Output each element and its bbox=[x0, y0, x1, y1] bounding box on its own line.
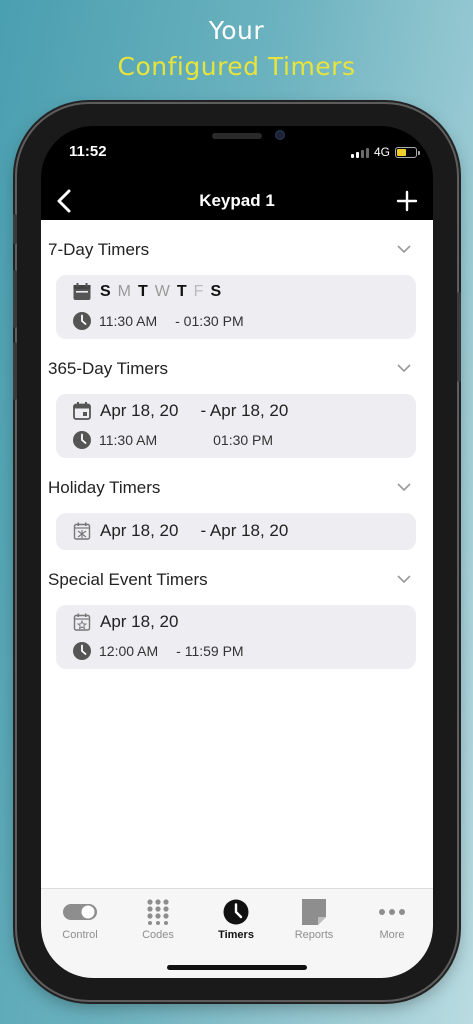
marketing-subheadline: Configured Timers bbox=[117, 52, 356, 81]
toggle-switch-icon bbox=[63, 904, 97, 920]
home-indicator[interactable] bbox=[167, 965, 307, 970]
speaker-grille bbox=[212, 133, 262, 139]
phone-screen: 11:52 4G Keypad 1 7-Day Timers S M T W T… bbox=[41, 126, 433, 978]
clock-icon bbox=[73, 642, 91, 660]
clock-icon bbox=[73, 431, 91, 449]
day-wednesday[interactable]: W bbox=[155, 283, 170, 301]
day-tuesday[interactable]: T bbox=[138, 283, 148, 301]
page-title: Keypad 1 bbox=[199, 191, 275, 210]
phone-frame: 11:52 4G Keypad 1 7-Day Timers S M T W T… bbox=[13, 104, 461, 1000]
end-date: - Apr 18, 20 bbox=[200, 521, 289, 540]
tab-bar: Control Codes Timers Reports More bbox=[41, 888, 433, 978]
tab-label: Codes bbox=[142, 929, 174, 941]
tab-codes[interactable]: Codes bbox=[119, 899, 197, 941]
marketing-headline: Your bbox=[208, 16, 265, 45]
timers-list: 7-Day Timers S M T W T F S 11:30 AM - 01… bbox=[41, 220, 433, 960]
start-time: 11:30 AM bbox=[99, 432, 158, 448]
date-row: Apr 18, 20 - Apr 18, 20 bbox=[72, 400, 288, 422]
section-title-7-day[interactable]: 7-Day Timers bbox=[48, 240, 149, 260]
calendar-date-icon bbox=[73, 402, 91, 420]
time-row: 11:30 AM 01:30 PM bbox=[72, 429, 273, 451]
event-date: Apr 18, 20 bbox=[100, 612, 179, 631]
tab-label: Reports bbox=[294, 929, 334, 941]
tab-more[interactable]: More bbox=[353, 899, 431, 941]
volume-down-button bbox=[13, 342, 17, 400]
network-type: 4G bbox=[373, 145, 390, 159]
keypad-grid-icon bbox=[147, 899, 169, 925]
end-time: 01:30 PM bbox=[213, 432, 274, 448]
holiday-calendar-icon bbox=[73, 522, 91, 540]
start-time: 11:30 AM bbox=[99, 313, 158, 329]
tab-label: Timers bbox=[218, 929, 254, 941]
status-indicators: 4G bbox=[350, 145, 420, 159]
signal-icon bbox=[350, 147, 369, 158]
chevron-down-icon[interactable] bbox=[397, 482, 411, 492]
chevron-down-icon[interactable] bbox=[397, 244, 411, 254]
timer-card-7-day[interactable]: S M T W T F S 11:30 AM - 01:30 PM bbox=[56, 275, 416, 339]
front-camera-icon bbox=[275, 130, 285, 140]
calendar-icon bbox=[73, 283, 91, 300]
timer-card-holiday[interactable]: Apr 18, 20 - Apr 18, 20 bbox=[56, 513, 416, 550]
tab-label: Control bbox=[62, 929, 98, 941]
weekday-selector: S M T W T F S bbox=[100, 283, 221, 301]
day-thursday[interactable]: T bbox=[177, 283, 187, 301]
clock-icon bbox=[223, 899, 249, 925]
note-page-icon bbox=[302, 899, 326, 925]
start-date: Apr 18, 20 bbox=[100, 401, 179, 420]
day-saturday[interactable]: S bbox=[210, 283, 221, 301]
chevron-down-icon[interactable] bbox=[397, 574, 411, 584]
day-monday[interactable]: M bbox=[118, 283, 131, 301]
status-time: 11:52 bbox=[69, 143, 107, 160]
time-row: 12:00 AM - 11:59 PM bbox=[72, 640, 244, 662]
day-sunday[interactable]: S bbox=[100, 283, 111, 301]
add-plus-icon[interactable] bbox=[395, 188, 419, 214]
volume-up-button bbox=[13, 270, 17, 328]
section-title-365-day[interactable]: 365-Day Timers bbox=[48, 359, 168, 379]
chevron-down-icon[interactable] bbox=[397, 363, 411, 373]
tab-reports[interactable]: Reports bbox=[275, 899, 353, 941]
more-dots-icon bbox=[379, 909, 405, 915]
section-title-special-event[interactable]: Special Event Timers bbox=[48, 570, 208, 590]
timer-card-special-event[interactable]: Apr 18, 20 12:00 AM - 11:59 PM bbox=[56, 605, 416, 669]
start-time: 12:00 AM bbox=[99, 643, 159, 659]
end-time: - 11:59 PM bbox=[176, 643, 244, 659]
section-title-holiday[interactable]: Holiday Timers bbox=[48, 478, 160, 498]
clock-icon bbox=[73, 312, 91, 330]
days-row: S M T W T F S bbox=[72, 281, 221, 303]
battery-icon bbox=[395, 146, 420, 158]
end-date: - Apr 18, 20 bbox=[200, 401, 289, 420]
event-star-calendar-icon bbox=[73, 613, 91, 631]
tab-timers[interactable]: Timers bbox=[197, 899, 275, 941]
notch bbox=[139, 126, 337, 156]
timer-card-365-day[interactable]: Apr 18, 20 - Apr 18, 20 11:30 AM 01:30 P… bbox=[56, 394, 416, 458]
start-date: Apr 18, 20 bbox=[100, 521, 179, 540]
day-friday[interactable]: F bbox=[194, 283, 204, 301]
end-time: - 01:30 PM bbox=[175, 313, 244, 329]
power-button bbox=[457, 292, 461, 382]
time-row: 11:30 AM - 01:30 PM bbox=[72, 310, 244, 332]
tab-control[interactable]: Control bbox=[41, 899, 119, 941]
date-row: Apr 18, 20 bbox=[72, 611, 178, 633]
navigation-bar: Keypad 1 bbox=[41, 182, 433, 220]
mute-switch bbox=[13, 214, 17, 244]
date-row: Apr 18, 20 - Apr 18, 20 bbox=[72, 520, 288, 542]
tab-label: More bbox=[379, 929, 405, 941]
